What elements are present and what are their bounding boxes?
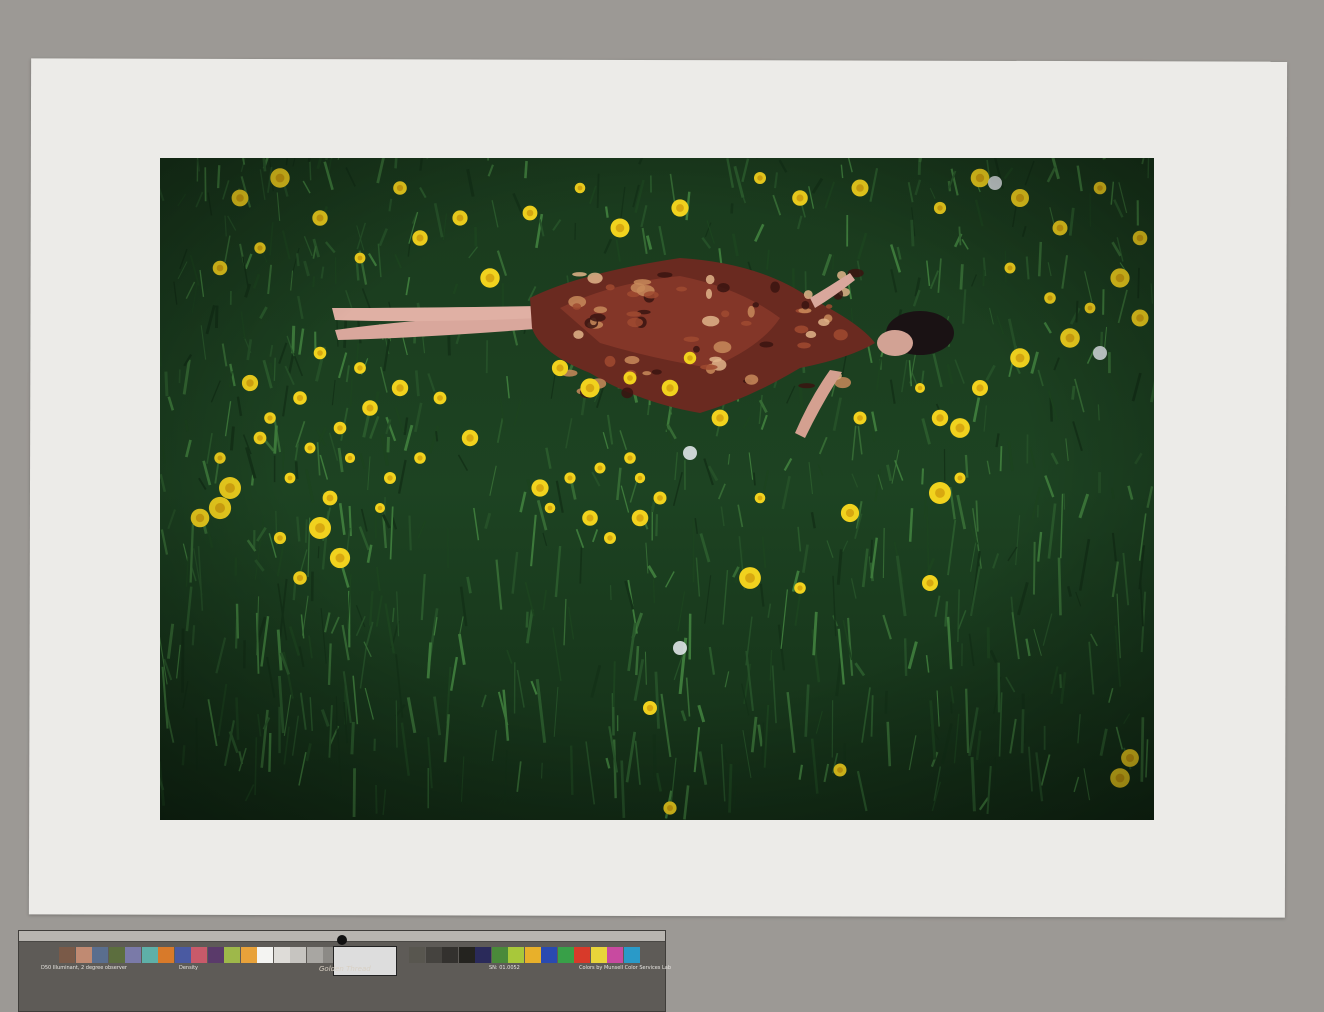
color-swatch [306,947,323,963]
color-swatch [290,947,306,963]
color-swatch [607,947,623,963]
color-swatches-right [409,947,640,963]
color-swatch [92,947,108,963]
color-swatch [240,947,257,963]
photograph [160,158,1154,820]
photo-scene [160,158,1154,820]
color-swatch [524,947,541,963]
color-swatch [224,947,240,963]
color-swatch [442,947,458,963]
color-swatch [174,947,191,963]
color-swatch [508,947,524,963]
color-swatch [557,947,574,963]
color-swatch [574,947,590,963]
color-swatch [108,947,125,963]
color-swatch [458,947,475,963]
color-swatch [425,947,442,963]
target-registration-dot [337,935,347,945]
target-label-brand: Golden Thread [319,965,371,973]
color-swatch [125,947,141,963]
color-swatch [590,947,607,963]
color-swatch [475,947,491,963]
color-swatch [409,947,425,963]
color-swatch [141,947,158,963]
color-swatch [191,947,207,963]
target-label-munsell: Colors by Munsell Color Services Lab [579,965,672,971]
target-label-illuminant: D50 Illuminant, 2 degree observer [41,965,127,971]
color-swatch [623,947,640,963]
color-swatches-left [59,947,356,963]
color-swatch [158,947,174,963]
color-swatch [207,947,224,963]
color-swatch [541,947,557,963]
color-swatch [273,947,290,963]
target-label-serial: SN: 01.0052 [489,965,520,971]
color-swatch [257,947,273,963]
color-calibration-target: D50 Illuminant, 2 degree observer Densit… [18,930,671,1012]
vignette [160,158,1154,820]
color-swatch [491,947,508,963]
color-swatch [75,947,92,963]
target-label-density: Density [179,965,199,971]
color-swatch [59,947,75,963]
